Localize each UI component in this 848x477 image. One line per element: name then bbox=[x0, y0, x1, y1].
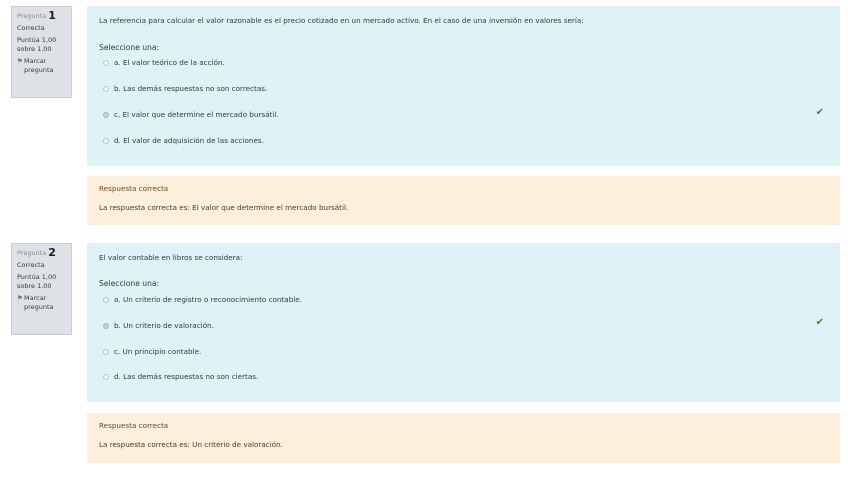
right-answer-text: La respuesta correcta es: El valor que d… bbox=[99, 203, 349, 212]
flag-question-link[interactable]: ⚑ Marcar pregunta bbox=[17, 294, 66, 311]
radio-button-selected[interactable] bbox=[103, 111, 109, 118]
answer-option[interactable]: c. El valor que determine el mercado bur… bbox=[103, 110, 279, 119]
answer-option-label: a. El valor teórico de la acción. bbox=[114, 58, 225, 67]
question-outcome: Respuesta correcta La respuesta correcta… bbox=[87, 176, 840, 225]
answer-prompt: Seleccione una: bbox=[99, 43, 160, 52]
question-grade: Puntúa 1,00 sobre 1,00 bbox=[17, 273, 57, 290]
answer-option[interactable]: b. Un criterio de valoración. bbox=[103, 321, 214, 330]
question-formulation: El valor contable en libros se considera… bbox=[87, 243, 840, 402]
radio-button-selected[interactable] bbox=[103, 322, 109, 329]
question-outcome: Respuesta correcta La respuesta correcta… bbox=[87, 413, 840, 463]
answer-option-label: c. El valor que determine el mercado bur… bbox=[114, 110, 279, 119]
check-icon: ✔ bbox=[815, 107, 824, 118]
right-answer-text: La respuesta correcta es: Un criterio de… bbox=[99, 440, 283, 449]
question-state: Correcta bbox=[17, 23, 45, 32]
answer-option-label: d. El valor de adquisición de las accion… bbox=[114, 136, 264, 145]
question-text: El valor contable en libros se considera… bbox=[99, 253, 243, 262]
answer-option[interactable]: a. Un criterio de registro o reconocimie… bbox=[103, 295, 302, 304]
question-info: Pregunta 2 Correcta Puntúa 1,00 sobre 1,0… bbox=[11, 243, 72, 335]
answer-option-label: d. Las demás respuestas no son ciertas. bbox=[114, 372, 259, 381]
answer-prompt: Seleccione una: bbox=[99, 279, 160, 288]
radio-button[interactable] bbox=[103, 348, 109, 355]
question-label: Pregunta bbox=[17, 12, 47, 20]
question-number: Pregunta 1 bbox=[17, 9, 66, 22]
answer-option-label: c. Un principio contable. bbox=[114, 347, 202, 356]
answer-option[interactable]: d. El valor de adquisición de las accion… bbox=[103, 136, 264, 145]
question-text: La referencia para calcular el valor raz… bbox=[99, 16, 584, 25]
answer-option-label: b. Un criterio de valoración. bbox=[114, 321, 214, 330]
flag-question-link[interactable]: ⚑ Marcar pregunta bbox=[17, 57, 66, 74]
question-number-value: 2 bbox=[48, 246, 56, 259]
flag-label: Marcar pregunta bbox=[24, 294, 54, 311]
flag-icon: ⚑ bbox=[17, 57, 23, 65]
question-info: Pregunta 1 Correcta Puntúa 1,00 sobre 1,0… bbox=[11, 6, 72, 98]
feedback-text: Respuesta correcta bbox=[99, 421, 169, 430]
feedback-text: Respuesta correcta bbox=[99, 184, 169, 193]
radio-button[interactable] bbox=[103, 137, 109, 144]
radio-button[interactable] bbox=[103, 85, 109, 92]
answer-option-label: b. Las demás respuestas no son correctas… bbox=[114, 84, 268, 93]
flag-label: Marcar pregunta bbox=[24, 57, 54, 74]
question-state: Correcta bbox=[17, 260, 45, 269]
question-number-value: 1 bbox=[48, 9, 56, 22]
answer-option[interactable]: d. Las demás respuestas no son ciertas. bbox=[103, 372, 258, 381]
radio-button[interactable] bbox=[103, 59, 109, 66]
answer-option[interactable]: c. Un principio contable. bbox=[103, 347, 201, 356]
check-icon: ✔ bbox=[815, 317, 824, 328]
question-label: Pregunta bbox=[17, 249, 47, 257]
question-number: Pregunta 2 bbox=[17, 246, 66, 259]
answer-option[interactable]: b. Las demás respuestas no son correctas… bbox=[103, 84, 267, 93]
flag-icon: ⚑ bbox=[17, 294, 23, 302]
answer-option-label: a. Un criterio de registro o reconocimie… bbox=[114, 295, 302, 304]
question-grade: Puntúa 1,00 sobre 1,00 bbox=[17, 36, 57, 53]
question-formulation: La referencia para calcular el valor raz… bbox=[87, 6, 840, 166]
answer-option[interactable]: a. El valor teórico de la acción. bbox=[103, 58, 225, 67]
radio-button[interactable] bbox=[103, 296, 109, 303]
radio-button[interactable] bbox=[103, 373, 109, 380]
